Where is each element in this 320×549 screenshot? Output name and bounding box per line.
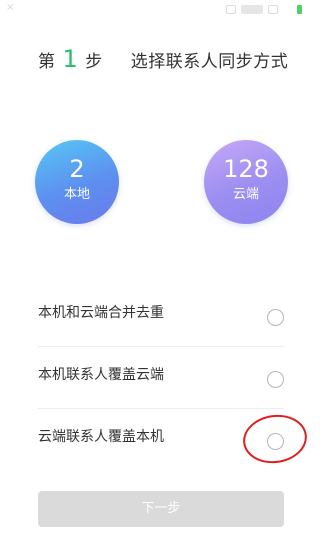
wifi-icon (241, 4, 263, 14)
step-description: 选择联系人同步方式 (130, 52, 289, 72)
signal-icon: ⨯ (6, 2, 15, 13)
step-suffix: 步 (85, 52, 103, 72)
local-count-value: 2 (69, 155, 85, 183)
sync-contacts-screen: ⨯ 第 1 步 选择联系人同步方式 2 本地 128 云端 本机和云端合并去重 … (0, 0, 320, 549)
radio-button[interactable] (267, 433, 284, 450)
option-label: 本机和云端合并去重 (38, 305, 164, 321)
local-count-label: 本地 (63, 187, 90, 202)
notification-icon (226, 4, 236, 14)
cloud-count-label: 云端 (232, 187, 259, 202)
step-title: 第 1 步 选择联系人同步方式 (38, 45, 288, 79)
alarm-icon (268, 4, 278, 14)
battery-icon (297, 4, 302, 14)
next-step-button[interactable]: 下一步 (38, 491, 284, 527)
sync-options-list: 本机和云端合并去重 本机联系人覆盖云端 云端联系人覆盖本机 (38, 285, 284, 471)
cloud-count-value: 128 (223, 155, 269, 183)
cloud-count-circle: 128 云端 (204, 140, 288, 224)
option-merge-dedupe[interactable]: 本机和云端合并去重 (38, 285, 284, 347)
local-count-circle: 2 本地 (35, 140, 119, 224)
option-local-overwrite-cloud[interactable]: 本机联系人覆盖云端 (38, 347, 284, 409)
option-label: 本机联系人覆盖云端 (38, 367, 164, 383)
step-prefix: 第 (38, 52, 56, 72)
status-icons (226, 2, 302, 16)
option-cloud-overwrite-local[interactable]: 云端联系人覆盖本机 (38, 409, 284, 471)
option-label: 云端联系人覆盖本机 (38, 429, 164, 445)
radio-button[interactable] (267, 371, 284, 388)
status-bar: ⨯ (0, 0, 320, 18)
radio-button[interactable] (267, 309, 284, 326)
step-number: 1 (62, 45, 79, 73)
